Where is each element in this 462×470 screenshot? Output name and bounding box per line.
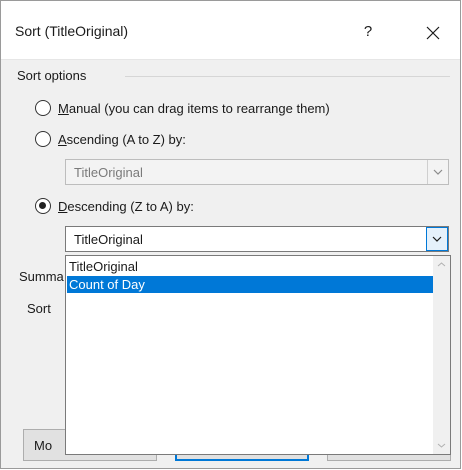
sort-options-group-label: Sort options xyxy=(17,68,87,83)
chevron-down-icon xyxy=(437,443,446,448)
scroll-up-button[interactable] xyxy=(433,256,450,273)
close-button[interactable] xyxy=(418,17,448,47)
sort-dialog: Sort (TitleOriginal) ? Sort options Manu… xyxy=(0,0,461,469)
more-options-label: Mo xyxy=(34,438,53,453)
scroll-down-button[interactable] xyxy=(433,437,450,454)
field-dropdown-list[interactable]: TitleOriginal Count of Day xyxy=(65,255,451,455)
ascending-field-value: TitleOriginal xyxy=(74,165,143,180)
manual-radio[interactable] xyxy=(35,100,51,116)
dialog-title: Sort (TitleOriginal) xyxy=(15,23,129,39)
descending-field-value: TitleOriginal xyxy=(74,232,143,247)
manual-label: Manual (you can drag items to rearrange … xyxy=(58,100,330,116)
ascending-option[interactable]: Ascending (A to Z) by: xyxy=(35,128,186,150)
summary-sort-text: Sort xyxy=(27,301,51,316)
group-divider xyxy=(125,76,450,77)
manual-option[interactable]: Manual (you can drag items to rearrange … xyxy=(35,97,330,119)
summary-label: Summa xyxy=(19,269,64,284)
ascending-radio[interactable] xyxy=(35,131,51,147)
title-bar: Sort (TitleOriginal) ? xyxy=(1,1,460,60)
descending-field-select[interactable]: TitleOriginal xyxy=(65,226,449,252)
ascending-label: Ascending (A to Z) by: xyxy=(58,131,186,147)
descending-dropdown-arrow[interactable] xyxy=(426,227,448,251)
chevron-up-icon xyxy=(437,262,446,267)
descending-label: Descending (Z to A) by: xyxy=(58,198,194,214)
ascending-field-select: TitleOriginal xyxy=(65,159,449,185)
chevron-down-icon xyxy=(433,169,443,175)
dropdown-option-title-original[interactable]: TitleOriginal xyxy=(67,258,433,275)
ascending-dropdown-arrow xyxy=(427,160,448,184)
dropdown-option-count-of-day[interactable]: Count of Day xyxy=(67,276,433,293)
descending-option[interactable]: Descending (Z to A) by: xyxy=(35,195,194,217)
dropdown-scrollbar[interactable] xyxy=(433,256,450,454)
help-button[interactable]: ? xyxy=(353,17,383,47)
close-icon xyxy=(426,26,440,39)
chevron-down-icon xyxy=(432,236,442,242)
descending-radio[interactable] xyxy=(35,198,51,214)
